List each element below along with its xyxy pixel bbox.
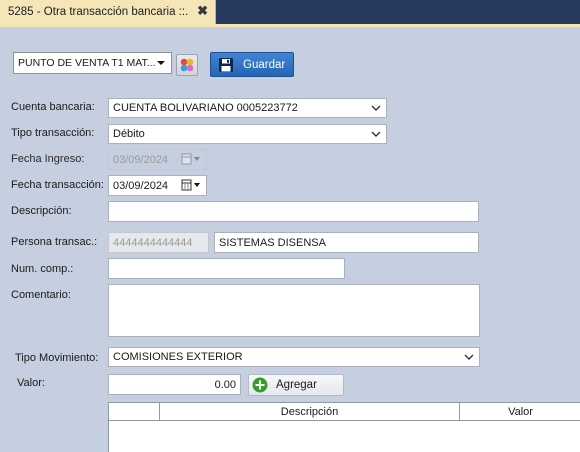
entry-date-label: Fecha Ingreso:	[11, 153, 85, 165]
voucher-number-label: Num. comp.:	[11, 263, 74, 275]
calendar-dropdown-icon	[181, 153, 200, 165]
chevron-down-icon	[371, 105, 381, 111]
movements-grid[interactable]: Descripción Valor	[108, 402, 580, 452]
comment-textarea[interactable]	[108, 284, 480, 337]
movement-type-value: COMISIONES EXTERIOR	[113, 351, 243, 363]
transaction-date-field[interactable]: 03/09/2024	[108, 175, 207, 196]
point-of-sale-select[interactable]: PUNTO DE VENTA T1 MAT...	[13, 52, 172, 74]
dropdown-arrow-icon	[157, 61, 165, 65]
person-label: Persona transac.:	[11, 236, 98, 248]
color-palette-icon	[180, 58, 194, 72]
add-circle-icon	[252, 377, 268, 393]
grid-column-description[interactable]: Descripción	[160, 403, 460, 421]
chevron-down-icon	[371, 131, 381, 137]
save-button-label: Guardar	[243, 58, 286, 71]
color-picker-button[interactable]	[176, 54, 198, 76]
add-button[interactable]: Agregar	[248, 374, 344, 396]
description-input[interactable]	[108, 201, 479, 222]
save-button[interactable]: Guardar	[210, 52, 294, 77]
comment-label: Comentario:	[11, 289, 71, 301]
chevron-down-icon	[464, 354, 474, 360]
transaction-type-select[interactable]: Débito	[108, 124, 387, 144]
transaction-type-label: Tipo transacción:	[11, 127, 95, 139]
grid-column-amount[interactable]: Valor	[460, 403, 580, 421]
tab-title: 5285 - Otra transacción bancaria ::.	[8, 6, 188, 18]
movement-type-label: Tipo Movimiento:	[15, 352, 99, 364]
calendar-dropdown-icon[interactable]	[181, 179, 201, 192]
description-label: Descripción:	[11, 205, 72, 217]
bank-account-select[interactable]: CUENTA BOLIVARIANO 0005223772	[108, 98, 387, 118]
amount-label: Valor:	[17, 377, 45, 389]
tab-strip: 5285 - Otra transacción bancaria ::. ✖	[0, 0, 580, 24]
entry-date-field: 03/09/2024	[108, 149, 207, 170]
voucher-number-input[interactable]	[108, 258, 345, 279]
transaction-type-value: Débito	[113, 128, 145, 140]
close-icon[interactable]: ✖	[197, 4, 208, 18]
movement-type-select[interactable]: COMISIONES EXTERIOR	[108, 347, 480, 367]
tab-otra-transaccion[interactable]: 5285 - Otra transacción bancaria ::. ✖	[0, 0, 216, 24]
bank-account-label: Cuenta bancaria:	[11, 101, 95, 113]
add-button-label: Agregar	[276, 379, 317, 391]
bank-account-value: CUENTA BOLIVARIANO 0005223772	[113, 102, 298, 114]
floppy-disk-icon	[219, 57, 233, 72]
entry-date-value: 03/09/2024	[113, 153, 169, 166]
form-panel: PUNTO DE VENTA T1 MAT... Guardar Cuenta …	[0, 24, 580, 452]
grid-column-selector[interactable]	[109, 403, 160, 421]
person-id-field: 4444444444444	[108, 232, 209, 253]
point-of-sale-value: PUNTO DE VENTA T1 MAT...	[18, 57, 156, 69]
person-name-field[interactable]: SISTEMAS DISENSA	[214, 232, 479, 253]
transaction-date-label: Fecha transacción:	[11, 179, 104, 191]
transaction-date-value: 03/09/2024	[113, 179, 169, 192]
amount-input[interactable]: 0.00	[108, 374, 241, 395]
grid-header: Descripción Valor	[109, 403, 580, 421]
